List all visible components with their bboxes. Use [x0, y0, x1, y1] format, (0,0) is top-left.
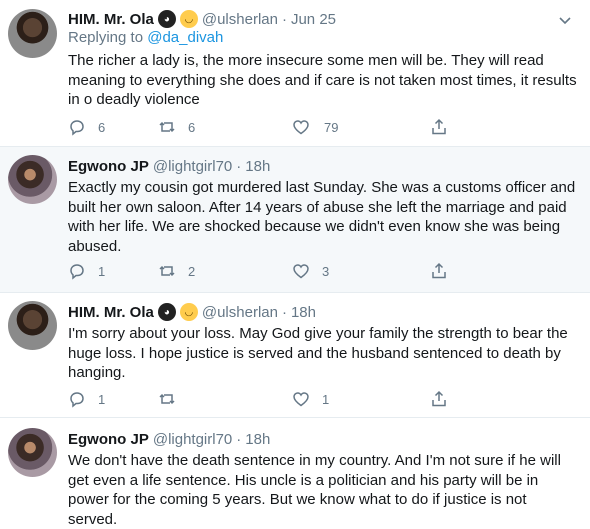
share-button[interactable] — [430, 118, 448, 136]
timestamp[interactable]: Jun 25 — [291, 11, 336, 28]
retweet-button[interactable]: 6 — [158, 118, 292, 136]
share-button[interactable] — [430, 390, 448, 408]
tweet-header: HIM. Mr. Ola ◕ ◡ @ulsherlan · Jun 25 — [68, 9, 578, 29]
timestamp[interactable]: 18h — [245, 158, 270, 175]
replying-to-label: Replying to — [68, 29, 144, 46]
like-count: 3 — [322, 263, 330, 279]
share-icon — [432, 262, 446, 279]
mask-emoji-icon: ◡ — [179, 303, 198, 321]
avatar[interactable] — [8, 155, 57, 204]
retweet-icon — [159, 265, 175, 277]
tweet-header: HIM. Mr. Ola ◕ ◡ @ulsherlan · 18h — [68, 302, 578, 322]
separator-dot: · — [236, 430, 242, 448]
tweet-header: Egwono JP @lightgirl70 · 18h — [68, 429, 578, 449]
timestamp[interactable]: 18h — [291, 304, 316, 321]
like-count: 1 — [322, 391, 330, 407]
tweet-header: Egwono JP @lightgirl70 · 18h — [68, 156, 578, 176]
reply-count: 6 — [98, 119, 106, 135]
avatar[interactable] — [8, 9, 57, 58]
like-button[interactable]: 3 — [292, 262, 430, 280]
heart-icon — [293, 264, 309, 279]
retweet-icon — [159, 121, 175, 133]
author-handle[interactable]: @ulsherlan — [202, 11, 278, 28]
tweet[interactable]: Egwono JP @lightgirl70 · 18h We don't ha… — [0, 418, 590, 529]
ninja-emoji-icon: ◕ — [157, 303, 176, 321]
retweet-icon — [159, 393, 175, 405]
tweet-actions: 1 2 3 — [68, 261, 508, 281]
tweet-text: We don't have the death sentence in my c… — [68, 452, 561, 528]
reply-icon — [70, 392, 84, 408]
retweet-count: 2 — [188, 263, 196, 279]
tweet[interactable]: Egwono JP @lightgirl70 · 18h Exactly my … — [0, 147, 590, 293]
reply-button[interactable]: 1 — [68, 262, 158, 280]
reply-icon — [70, 120, 84, 136]
author-name[interactable]: HIM. Mr. Ola — [68, 11, 154, 28]
mask-emoji-icon: ◡ — [179, 10, 198, 28]
like-button[interactable]: 1 — [292, 390, 430, 408]
separator-dot: · — [281, 303, 287, 321]
author-name[interactable]: HIM. Mr. Ola — [68, 304, 154, 321]
tweet[interactable]: HIM. Mr. Ola ◕ ◡ @ulsherlan · 18h I'm so… — [0, 293, 590, 418]
tweet-text: I'm sorry about your loss. May God give … — [68, 325, 568, 381]
heart-icon — [293, 120, 309, 135]
tweet-actions: 6 6 79 — [68, 117, 508, 137]
retweet-count: 6 — [188, 119, 196, 135]
retweet-button[interactable]: 2 — [158, 262, 292, 280]
avatar[interactable] — [8, 428, 57, 477]
tweet-text: Exactly my cousin got murdered last Sund… — [68, 179, 576, 255]
reply-count: 1 — [98, 391, 106, 407]
share-icon — [432, 390, 446, 407]
tweet-actions: 1 1 — [68, 389, 508, 409]
heart-icon — [293, 392, 309, 407]
like-button[interactable]: 79 — [292, 118, 430, 136]
reply-button[interactable]: 6 — [68, 118, 158, 136]
chevron-down-icon[interactable] — [558, 13, 572, 27]
author-handle[interactable]: @lightgirl70 — [153, 158, 232, 175]
author-name[interactable]: Egwono JP — [68, 158, 149, 175]
mention-link[interactable]: @da_divah — [147, 29, 223, 46]
separator-dot: · — [281, 10, 287, 28]
author-handle[interactable]: @ulsherlan — [202, 304, 278, 321]
reply-count: 1 — [98, 263, 106, 279]
reply-button[interactable]: 1 — [68, 390, 158, 408]
separator-dot: · — [236, 157, 242, 175]
tweet-text: The richer a lady is, the more insecure … — [68, 52, 577, 108]
author-handle[interactable]: @lightgirl70 — [153, 431, 232, 448]
like-count: 79 — [324, 119, 339, 135]
tweet[interactable]: HIM. Mr. Ola ◕ ◡ @ulsherlan · Jun 25 Rep… — [0, 0, 590, 147]
share-icon — [432, 118, 446, 135]
replying-to: Replying to @da_divah — [68, 28, 578, 48]
share-button[interactable] — [430, 262, 448, 280]
ninja-emoji-icon: ◕ — [157, 10, 176, 28]
reply-icon — [70, 264, 84, 280]
avatar[interactable] — [8, 301, 57, 350]
author-name[interactable]: Egwono JP — [68, 431, 149, 448]
timestamp[interactable]: 18h — [245, 431, 270, 448]
retweet-button[interactable] — [158, 390, 292, 408]
